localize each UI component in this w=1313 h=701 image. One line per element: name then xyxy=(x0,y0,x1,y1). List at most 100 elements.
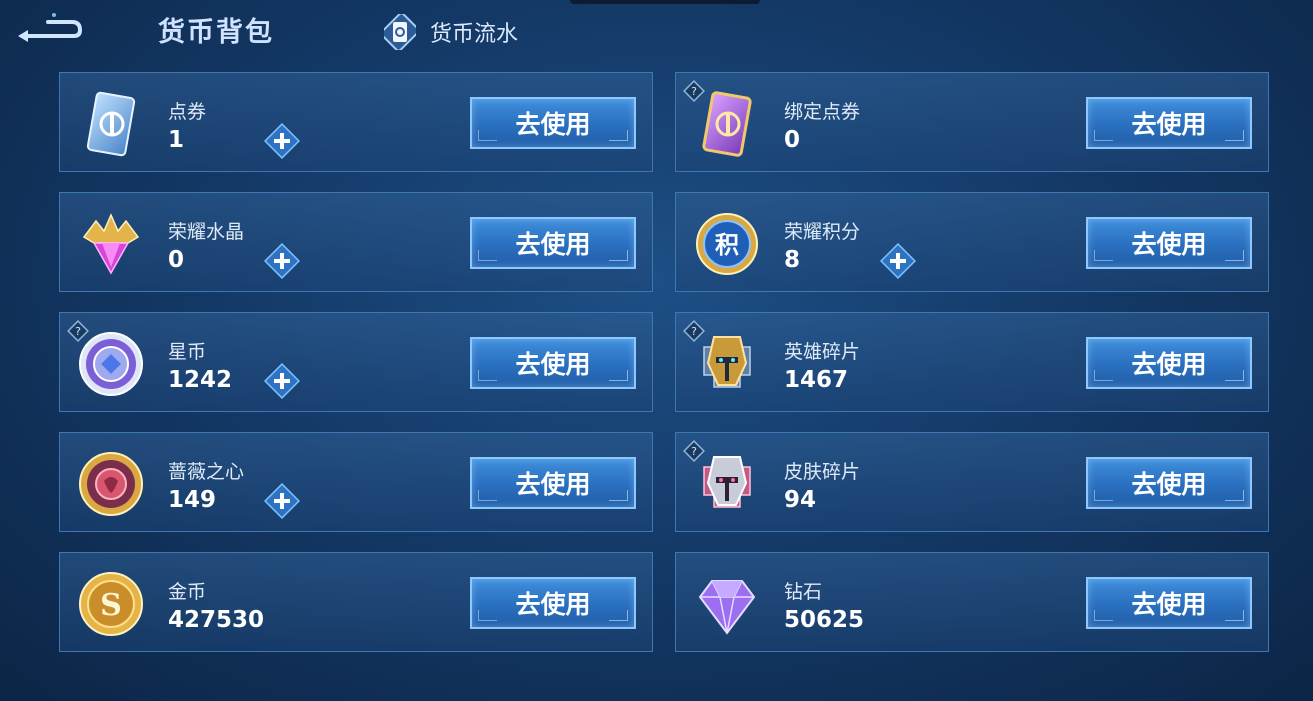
use-button-label: 去使用 xyxy=(1131,350,1207,379)
currency-value: 427530 xyxy=(168,607,265,633)
add-currency-button[interactable] xyxy=(263,242,301,280)
plus-icon xyxy=(263,242,301,280)
currency-card-glory-crystal: 荣耀水晶 0 去使用 xyxy=(59,192,653,292)
currency-name: 皮肤碎片 xyxy=(784,461,861,483)
currency-name: 星币 xyxy=(168,341,207,363)
add-currency-button[interactable] xyxy=(263,122,301,160)
currency-card-glory-points: 积 荣耀积分 8 去使用 xyxy=(675,192,1269,292)
plus-icon xyxy=(263,362,301,400)
currency-card-gold-coin: S 金币 427530 去使用 xyxy=(59,552,653,652)
button-decoration xyxy=(1225,130,1244,141)
add-currency-button[interactable] xyxy=(879,242,917,280)
button-decoration xyxy=(1225,370,1244,381)
rose-heart-icon xyxy=(74,447,148,521)
currency-value: 0 xyxy=(784,127,801,153)
glory-points-icon: 积 xyxy=(690,207,764,281)
button-decoration xyxy=(1225,490,1244,501)
currency-name: 英雄碎片 xyxy=(784,341,861,363)
use-button-label: 去使用 xyxy=(515,590,591,619)
plus-icon xyxy=(263,482,301,520)
use-button[interactable]: 去使用 xyxy=(470,97,636,149)
button-decoration xyxy=(609,370,628,381)
use-button-label: 去使用 xyxy=(515,350,591,379)
currency-value: 149 xyxy=(168,487,217,513)
use-button-label: 去使用 xyxy=(515,470,591,499)
diamond-icon xyxy=(690,567,764,641)
button-decoration xyxy=(478,490,497,501)
currency-card-star-coin: ? 星币 1242 去使用 xyxy=(59,312,653,412)
button-decoration xyxy=(1094,370,1113,381)
ticket-purple-icon xyxy=(690,87,764,161)
currency-flow-link[interactable]: 货币流水 xyxy=(384,14,518,50)
page-title: 货币背包 xyxy=(158,17,274,48)
button-decoration xyxy=(1094,130,1113,141)
currency-card-dianquan: 点券 1 去使用 xyxy=(59,72,653,172)
ticket-blue-icon xyxy=(74,87,148,161)
button-decoration xyxy=(478,610,497,621)
currency-card-rose-heart: 蔷薇之心 149 去使用 xyxy=(59,432,653,532)
currency-value: 1467 xyxy=(784,367,849,393)
currency-card-skin-fragment: ? 皮肤碎片 94 去使用 xyxy=(675,432,1269,532)
currency-value: 94 xyxy=(784,487,817,513)
use-button[interactable]: 去使用 xyxy=(1086,337,1252,389)
use-button[interactable]: 去使用 xyxy=(1086,457,1252,509)
currency-flow-icon xyxy=(384,14,416,50)
currency-name: 绑定点券 xyxy=(784,101,861,123)
star-coin-icon xyxy=(74,327,148,401)
use-button[interactable]: 去使用 xyxy=(470,457,636,509)
button-decoration xyxy=(609,490,628,501)
currency-card-diamond: 钻石 50625 去使用 xyxy=(675,552,1269,652)
currency-name: 点券 xyxy=(168,101,207,123)
use-button-label: 去使用 xyxy=(1131,230,1207,259)
use-button-label: 去使用 xyxy=(515,230,591,259)
add-currency-button[interactable] xyxy=(263,482,301,520)
use-button[interactable]: 去使用 xyxy=(1086,97,1252,149)
button-decoration xyxy=(609,130,628,141)
button-decoration xyxy=(1094,610,1113,621)
use-button[interactable]: 去使用 xyxy=(470,337,636,389)
currency-value: 50625 xyxy=(784,607,865,633)
currency-name: 荣耀积分 xyxy=(784,221,861,243)
button-decoration xyxy=(478,370,497,381)
use-button[interactable]: 去使用 xyxy=(470,217,636,269)
skin-fragment-icon xyxy=(690,447,764,521)
gold-coin-icon: S xyxy=(74,567,148,641)
button-decoration xyxy=(1094,250,1113,261)
currency-value: 1242 xyxy=(168,367,233,393)
button-decoration xyxy=(609,610,628,621)
back-button[interactable] xyxy=(14,10,84,50)
glory-crystal-icon xyxy=(74,207,148,281)
currency-name: 金币 xyxy=(168,581,207,603)
currency-value: 0 xyxy=(168,247,185,273)
top-tab-indicator xyxy=(570,0,760,4)
currency-card-bound-dianquan: ? 绑定点券 0 去使用 xyxy=(675,72,1269,172)
use-button-label: 去使用 xyxy=(1131,470,1207,499)
currency-name: 荣耀水晶 xyxy=(168,221,245,243)
currency-name: 钻石 xyxy=(784,581,823,603)
currency-value: 1 xyxy=(168,127,185,153)
currency-value: 8 xyxy=(784,247,801,273)
use-button[interactable]: 去使用 xyxy=(1086,217,1252,269)
currency-card-hero-fragment: ? 英雄碎片 1467 去使用 xyxy=(675,312,1269,412)
plus-icon xyxy=(263,122,301,160)
currency-name: 蔷薇之心 xyxy=(168,461,245,483)
button-decoration xyxy=(478,250,497,261)
plus-icon xyxy=(879,242,917,280)
hero-fragment-icon xyxy=(690,327,764,401)
button-decoration xyxy=(1225,250,1244,261)
use-button[interactable]: 去使用 xyxy=(1086,577,1252,629)
back-arrow-icon xyxy=(18,13,83,42)
svg-text:S: S xyxy=(100,588,122,623)
top-bar: 货币背包 货币流水 xyxy=(0,0,1313,64)
button-decoration xyxy=(1094,490,1113,501)
add-currency-button[interactable] xyxy=(263,362,301,400)
button-decoration xyxy=(478,130,497,141)
button-decoration xyxy=(609,250,628,261)
button-decoration xyxy=(1225,610,1244,621)
use-button-label: 去使用 xyxy=(1131,590,1207,619)
use-button-label: 去使用 xyxy=(1131,110,1207,139)
currency-flow-label: 货币流水 xyxy=(430,22,519,47)
use-button-label: 去使用 xyxy=(515,110,591,139)
glory-points-icon-glyph: 积 xyxy=(715,231,739,259)
use-button[interactable]: 去使用 xyxy=(470,577,636,629)
